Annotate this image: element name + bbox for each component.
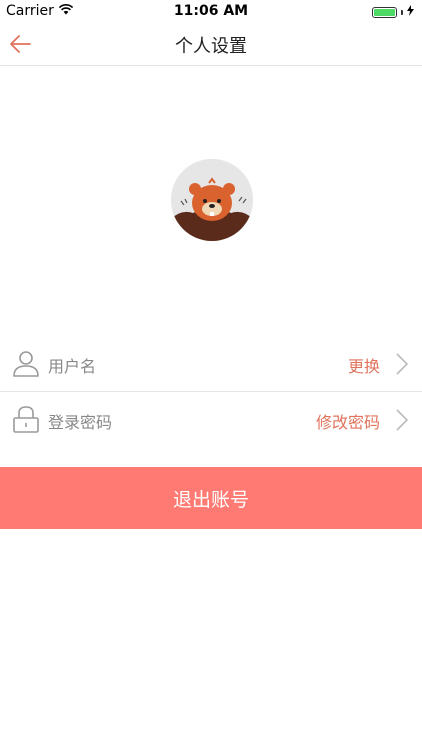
chevron-right-icon: [396, 353, 409, 375]
charging-icon: [407, 4, 414, 20]
avatar[interactable]: [171, 159, 253, 241]
logout-button[interactable]: 退出账号: [0, 467, 422, 529]
logout-label: 退出账号: [172, 488, 249, 511]
chevron-right-icon: [396, 409, 409, 431]
status-bar: Carrier 11:06 AM: [0, 0, 422, 22]
change-password-button[interactable]: 修改密码: [316, 409, 380, 433]
bear-avatar-icon: [171, 159, 253, 241]
user-icon: [12, 349, 40, 377]
username-label: 用户名: [48, 357, 97, 376]
password-row[interactable]: 登录密码 修改密码: [0, 391, 422, 447]
battery-icon: [372, 6, 397, 18]
battery-nub: [401, 9, 403, 15]
lock-icon: [12, 405, 40, 433]
change-username-button[interactable]: 更换: [348, 353, 380, 377]
battery-fill: [374, 8, 395, 16]
password-label: 登录密码: [48, 413, 113, 432]
username-row[interactable]: 用户名 更换: [0, 335, 422, 392]
page-title: 个人设置: [175, 36, 247, 57]
status-time: 11:06 AM: [173, 3, 249, 19]
navigation-bar: 个人设置: [0, 22, 422, 66]
status-right: [372, 4, 414, 20]
